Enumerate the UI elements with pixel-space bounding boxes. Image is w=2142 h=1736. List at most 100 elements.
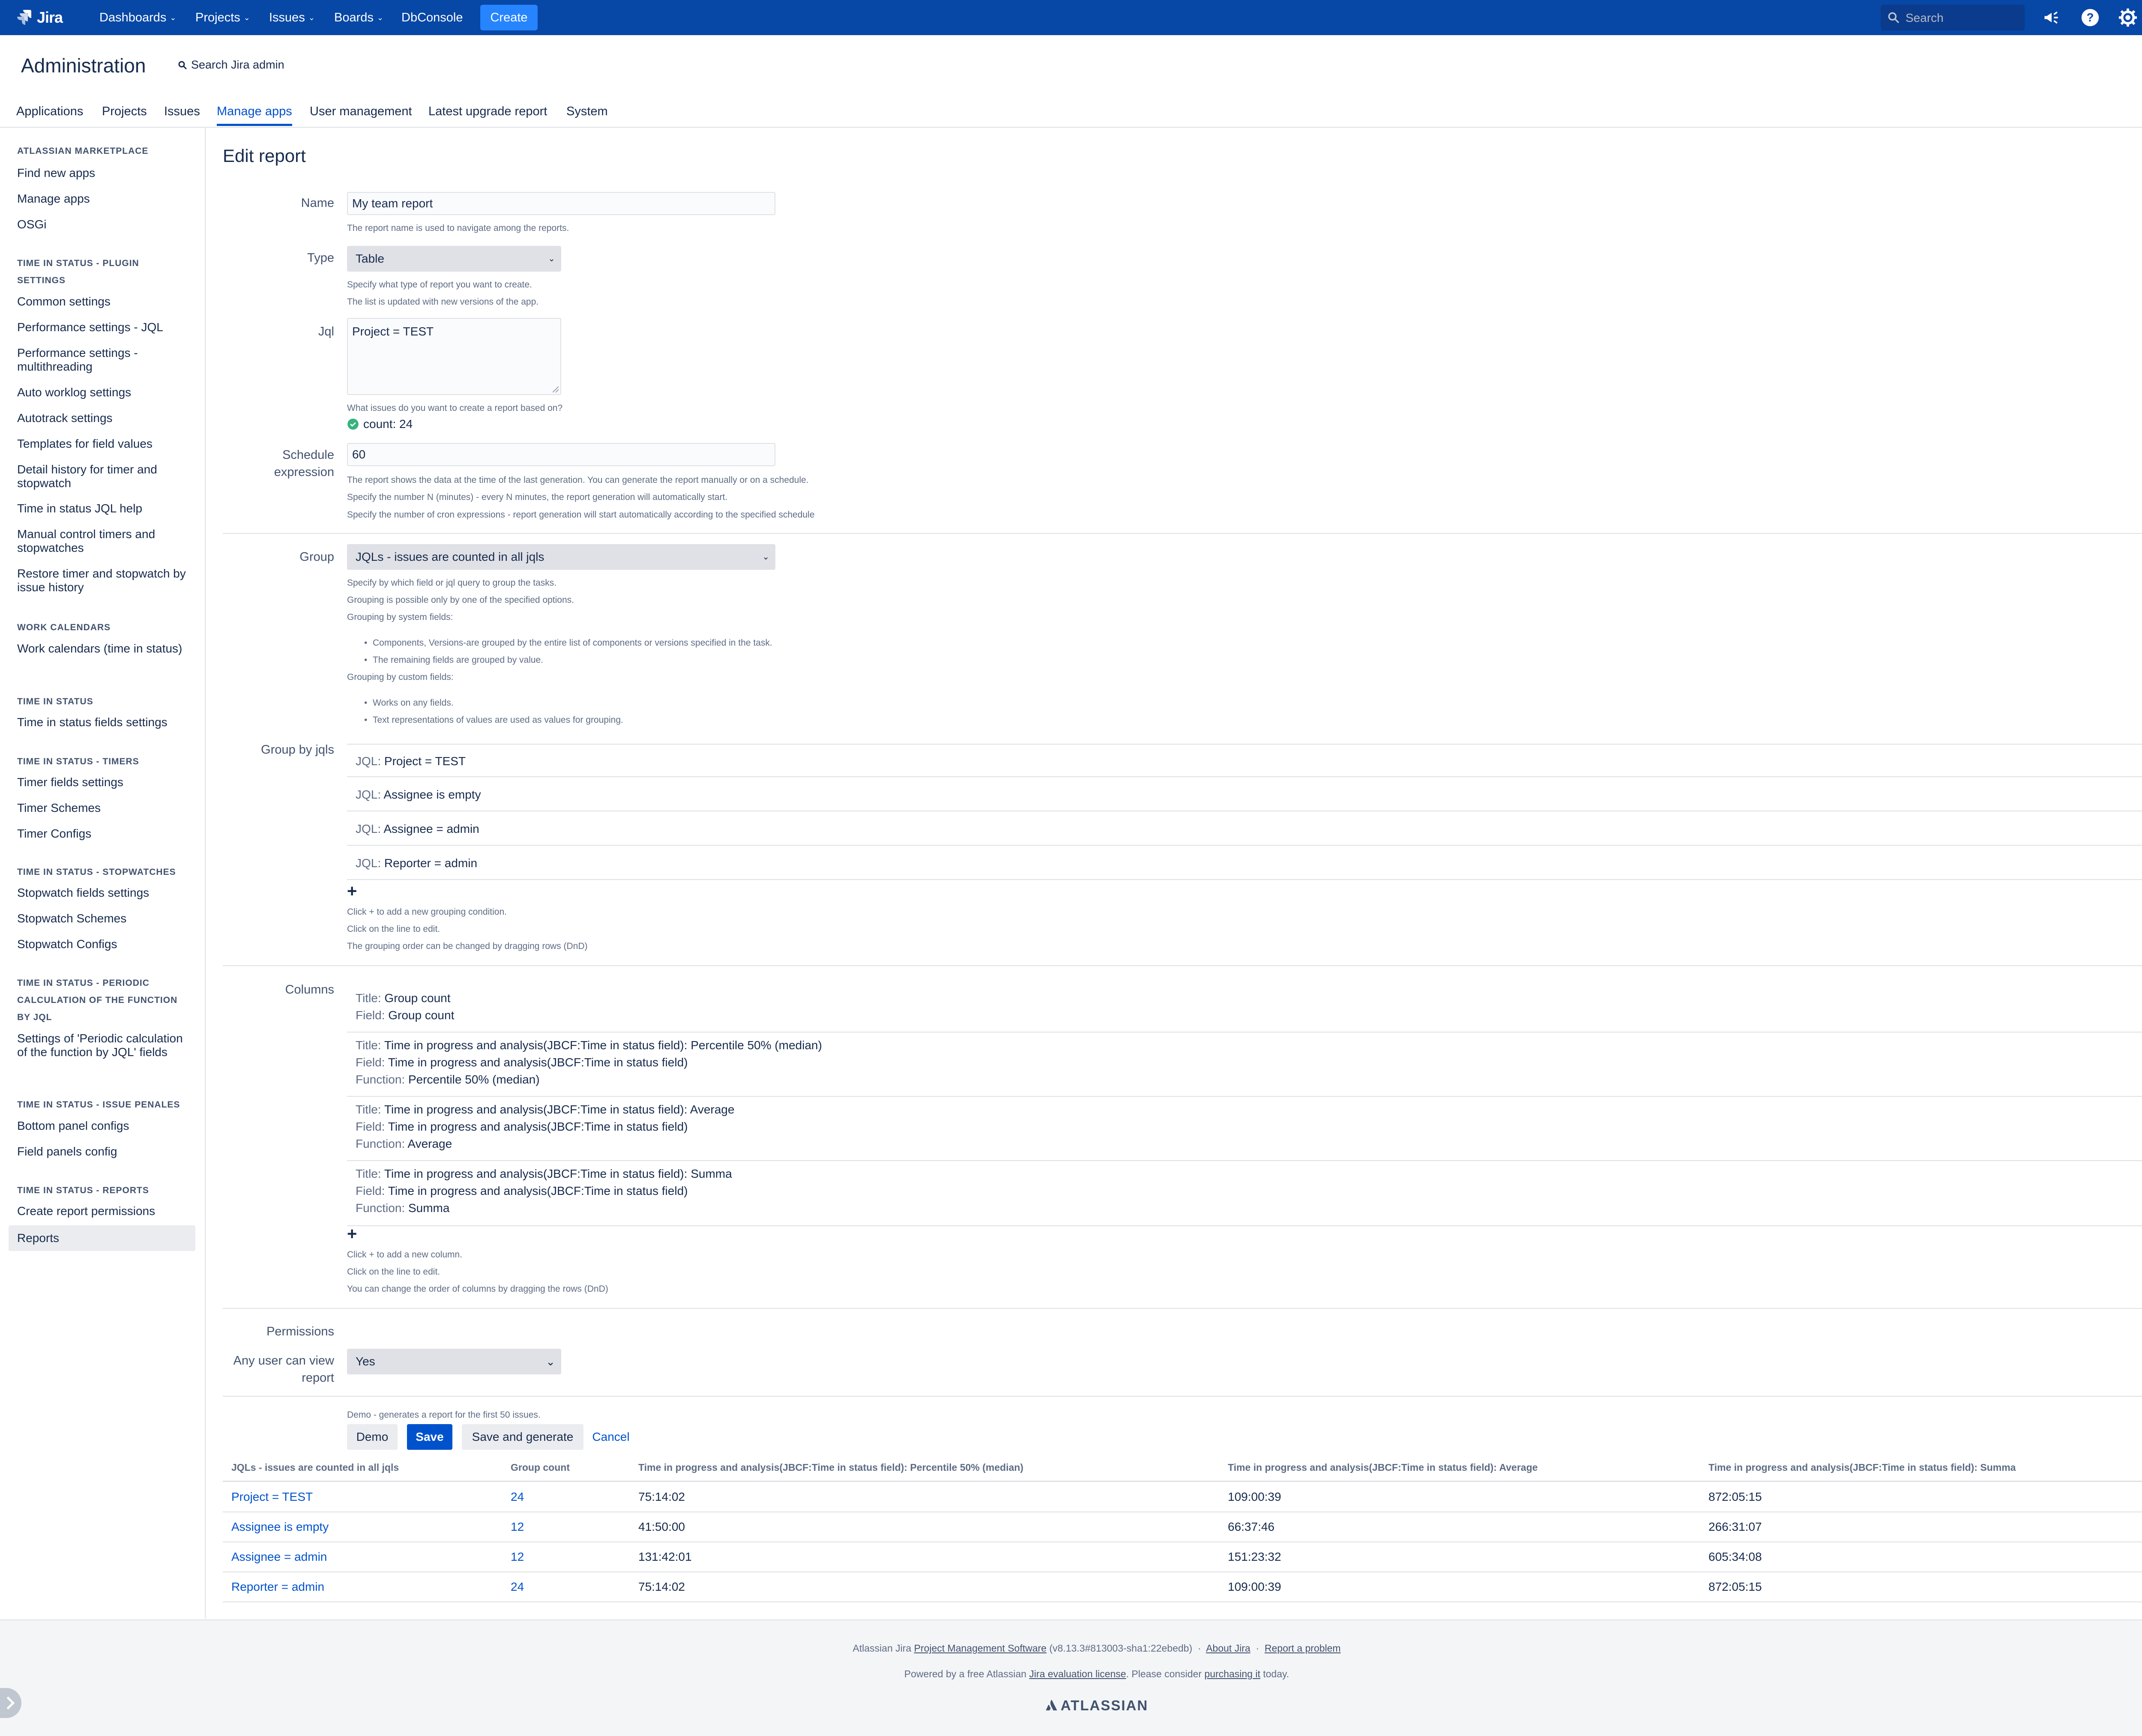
sidebar-item-auto-worklog[interactable]: Auto worklog settings	[17, 386, 188, 399]
jql-row[interactable]: JQL: Assignee is empty	[347, 778, 2142, 811]
sidebar-item-periodic-calculation[interactable]: Settings of 'Periodic calculation of the…	[17, 1032, 188, 1059]
group-link[interactable]: Assignee is empty	[231, 1512, 329, 1541]
admin-search-link[interactable]: Search Jira admin	[177, 58, 284, 72]
sidebar-item-bottom-panel[interactable]: Bottom panel configs	[17, 1119, 188, 1133]
help-icon: ?	[2081, 9, 2099, 27]
sidebar-heading: TIME IN STATUS - ISSUE PENALES	[17, 1100, 180, 1110]
settings-button[interactable]	[2116, 6, 2139, 29]
columns-hint: Click + to add a new column.	[347, 1250, 463, 1260]
sidebar-item-common-settings[interactable]: Common settings	[17, 295, 188, 308]
save-button[interactable]: Save	[407, 1424, 452, 1450]
megaphone-icon	[2044, 11, 2058, 24]
sidebar-item-work-calendars[interactable]: Work calendars (time in status)	[17, 642, 188, 655]
add-grouping-button[interactable]: +	[347, 883, 357, 900]
column-item[interactable]: Title: Time in progress and analysis(JBC…	[347, 1033, 2142, 1097]
sidebar-item-timer-fields[interactable]: Timer fields settings	[17, 775, 188, 789]
schedule-label: Schedule	[282, 448, 334, 462]
sidebar-item-jql-help[interactable]: Time in status JQL help	[17, 502, 188, 515]
sidebar-item-templates[interactable]: Templates for field values	[17, 437, 188, 451]
group-link[interactable]: Assignee = admin	[231, 1542, 327, 1571]
any-user-view-select[interactable]: Yes ⌄	[347, 1349, 561, 1374]
footer-purchase-link[interactable]: purchasing it	[1204, 1668, 1260, 1679]
sidebar-item-tis-fields[interactable]: Time in status fields settings	[17, 715, 188, 729]
table-row: Project = TEST 24 75:14:02 109:00:39 872…	[223, 1482, 2142, 1512]
sidebar-item-find-new-apps[interactable]: Find new apps	[17, 166, 188, 180]
average-cell: 109:00:39	[1228, 1580, 1281, 1593]
demo-button[interactable]: Demo	[347, 1424, 398, 1450]
name-input[interactable]: My team report	[347, 192, 775, 215]
help-button[interactable]: ?	[2079, 6, 2102, 29]
group-hint: Grouping by system fields:	[347, 612, 453, 622]
nav-dbconsole[interactable]: DbConsole	[401, 6, 463, 29]
nav-issues[interactable]: Issues ⌄	[269, 6, 315, 29]
schedule-input[interactable]: 60	[347, 443, 775, 466]
cancel-button[interactable]: Cancel	[589, 1424, 632, 1450]
jql-row[interactable]: JQL: Assignee = admin	[347, 812, 2142, 846]
sidebar-item-performance-jql[interactable]: Performance settings - JQL	[17, 320, 188, 334]
tab-latest-upgrade-report[interactable]: Latest upgrade report	[428, 101, 547, 126]
footer-report-link[interactable]: Report a problem	[1265, 1643, 1341, 1654]
any-user-view-label: Any user can view	[233, 1354, 334, 1368]
tab-issues[interactable]: Issues	[164, 101, 200, 126]
group-bullet: The remaining fields are grouped by valu…	[364, 655, 543, 666]
tab-system[interactable]: System	[566, 101, 608, 126]
sidebar-item-manage-apps[interactable]: Manage apps	[17, 192, 188, 206]
create-button[interactable]: Create	[480, 5, 538, 30]
sidebar-item-timer-configs[interactable]: Timer Configs	[17, 827, 188, 841]
group-count-link[interactable]: 24	[511, 1482, 524, 1512]
jql-row-value: Assignee is empty	[383, 788, 481, 801]
sidebar-item-field-panels[interactable]: Field panels config	[17, 1145, 188, 1158]
footer: Atlassian Jira Project Management Softwa…	[0, 1619, 2142, 1736]
sidebar-item-timer-schemes[interactable]: Timer Schemes	[17, 801, 188, 815]
sidebar-item-autotrack[interactable]: Autotrack settings	[17, 411, 188, 425]
sidebar-item-detail-history[interactable]: Detail history for timer and stopwatch	[17, 463, 188, 490]
tab-applications[interactable]: Applications	[16, 101, 83, 126]
jql-row[interactable]: JQL: Reporter = admin	[347, 847, 2142, 880]
tab-user-management[interactable]: User management	[310, 101, 412, 126]
group-link[interactable]: Reporter = admin	[231, 1572, 324, 1601]
sidebar-item-reports[interactable]: Reports	[9, 1225, 195, 1251]
group-link[interactable]: Project = TEST	[231, 1482, 313, 1512]
sidebar-item-stopwatch-schemes[interactable]: Stopwatch Schemes	[17, 912, 188, 925]
footer-about-link[interactable]: About Jira	[1206, 1643, 1250, 1654]
permissions-label: Permissions	[266, 1325, 334, 1338]
tab-projects[interactable]: Projects	[102, 101, 147, 126]
global-search-input[interactable]	[1905, 8, 2018, 28]
group-count-link[interactable]: 24	[511, 1572, 524, 1601]
sidebar-item-stopwatch-configs[interactable]: Stopwatch Configs	[17, 937, 188, 951]
footer-license-link[interactable]: Jira evaluation license	[1029, 1668, 1126, 1679]
nav-dashboards[interactable]: Dashboards ⌄	[99, 6, 176, 29]
nav-boards[interactable]: Boards ⌄	[334, 6, 383, 29]
add-column-button[interactable]: +	[347, 1225, 357, 1242]
resize-handle[interactable]	[553, 386, 559, 392]
global-search[interactable]	[1881, 5, 2025, 30]
column-title-value: Time in progress and analysis(JBCF:Time …	[384, 1039, 822, 1052]
group-count-link[interactable]: 12	[511, 1542, 524, 1571]
jql-key: JQL:	[356, 822, 381, 835]
demo-hint: Demo - generates a report for the first …	[347, 1410, 541, 1420]
column-item[interactable]: Title: Time in progress and analysis(JBC…	[347, 1161, 2142, 1226]
sidebar-item-performance-multithreading[interactable]: Performance settings - multithreading	[17, 346, 188, 374]
sidebar-item-stopwatch-fields[interactable]: Stopwatch fields settings	[17, 886, 188, 900]
search-icon	[178, 61, 187, 69]
sidebar-item-manual-control[interactable]: Manual control timers and stopwatches	[17, 527, 188, 555]
footer-pm-link[interactable]: Project Management Software	[914, 1643, 1047, 1654]
jql-row[interactable]: JQL: Project = TEST	[347, 744, 2142, 777]
column-item[interactable]: Title: Time in progress and analysis(JBC…	[347, 1097, 2142, 1161]
column-item[interactable]: Title: Group count Field: Group count	[347, 985, 2142, 1033]
type-select[interactable]: Table ⌄	[347, 246, 561, 272]
sidebar-item-osgi[interactable]: OSGi	[17, 218, 188, 231]
chevron-down-icon: ⌄	[170, 13, 177, 22]
jql-textarea[interactable]: Project = TEST	[347, 318, 561, 395]
group-select[interactable]: JQLs - issues are counted in all jqls ⌄	[347, 544, 775, 570]
sidebar-item-create-report-permissions[interactable]: Create report permissions	[17, 1204, 188, 1218]
group-count-link[interactable]: 12	[511, 1512, 524, 1541]
tab-manage-apps[interactable]: Manage apps	[217, 101, 292, 126]
chevron-down-icon: ⌄	[546, 1355, 555, 1368]
nav-projects[interactable]: Projects ⌄	[195, 6, 250, 29]
save-and-generate-button[interactable]: Save and generate	[462, 1424, 583, 1450]
notifications-button[interactable]	[2040, 6, 2063, 29]
sidebar-item-restore-timer[interactable]: Restore timer and stopwatch by issue his…	[17, 567, 188, 594]
atlassian-logo[interactable]: ATLASSIAN	[0, 1697, 2142, 1714]
jira-logo[interactable]: Jira	[17, 6, 63, 29]
